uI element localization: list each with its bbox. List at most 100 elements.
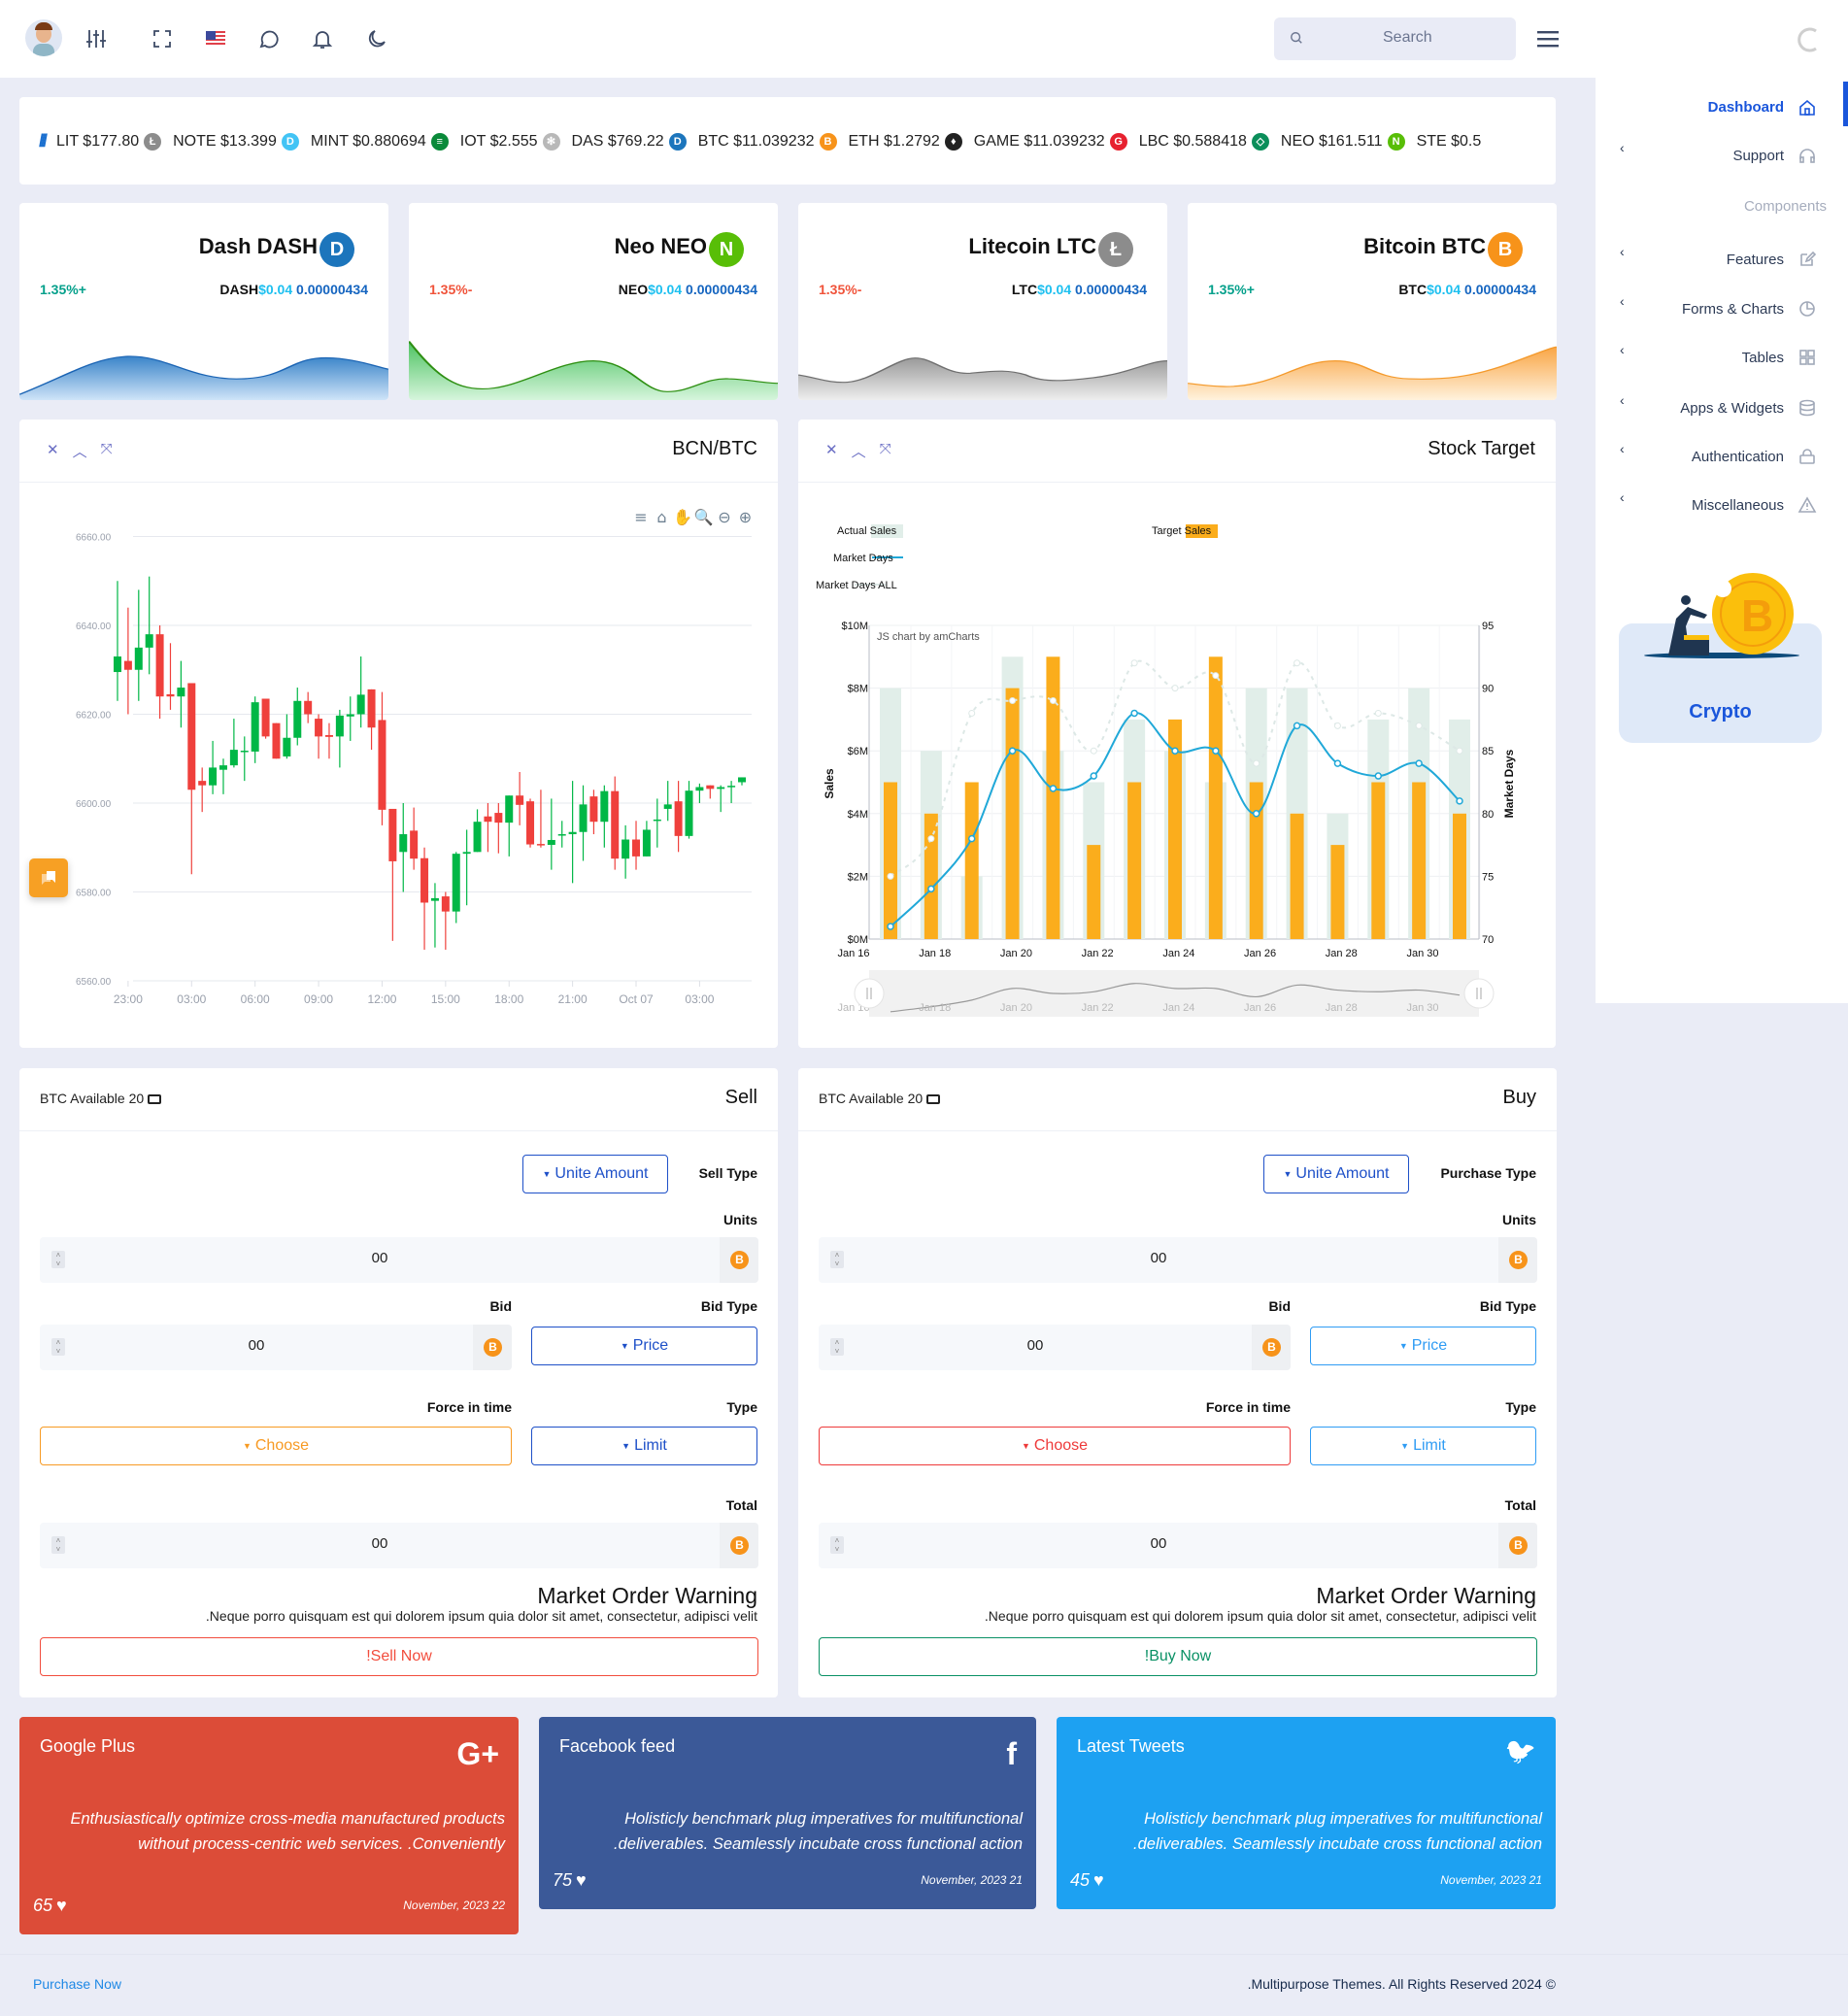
bid-input[interactable]: ˄ ˅ 00 B xyxy=(819,1325,1291,1370)
candle[interactable] xyxy=(315,714,323,759)
market-days-point[interactable] xyxy=(1049,785,1058,792)
amcharts-credit[interactable]: JS chart by amCharts xyxy=(877,631,980,643)
candle[interactable] xyxy=(123,607,132,715)
units-input[interactable]: ˄ ˅ 00 B xyxy=(819,1237,1537,1283)
menu-icon[interactable]: ≡ xyxy=(634,508,647,526)
candlestick-chart[interactable]: 6660.00 6640.00 6620.00 6600.00 6580.00 6560.… xyxy=(19,420,778,1048)
target-sales-bar[interactable] xyxy=(1127,782,1142,940)
ticker-item[interactable]: BTC $11.039232 B xyxy=(698,132,837,151)
target-sales-bar[interactable] xyxy=(1249,782,1263,940)
target-sales-bar[interactable] xyxy=(1330,845,1345,939)
ticker-item[interactable]: NOTE $13.399 D xyxy=(173,132,299,151)
candle[interactable] xyxy=(600,785,609,848)
candle[interactable] xyxy=(674,781,683,853)
market-days-point[interactable] xyxy=(1293,722,1301,730)
scrollbar-grip[interactable] xyxy=(854,978,885,1009)
candle[interactable] xyxy=(283,714,291,759)
chevron-left-icon[interactable]: ‹ xyxy=(1620,293,1625,309)
candle[interactable] xyxy=(293,688,302,746)
sidebar-item-authentication[interactable]: Authentication xyxy=(1692,445,1817,468)
home-icon[interactable]: ⌂ xyxy=(656,508,666,526)
target-sales-bar[interactable] xyxy=(1208,656,1223,939)
target-sales-bar[interactable] xyxy=(1453,813,1466,939)
market-days-point[interactable] xyxy=(1130,709,1138,718)
force-in-time-dropdown[interactable]: ▼ Choose xyxy=(40,1427,512,1465)
likes[interactable]: 75 ♥ xyxy=(553,1870,587,1891)
pan-icon[interactable]: ✋ xyxy=(673,508,692,526)
market-days-point[interactable] xyxy=(927,885,935,893)
zoom-out-icon[interactable]: ⊖ xyxy=(718,508,730,526)
candle[interactable] xyxy=(473,809,482,853)
ticker-item[interactable]: STE $0.5 xyxy=(1417,133,1482,151)
target-sales-bar[interactable] xyxy=(1412,782,1427,940)
target-sales-bar[interactable] xyxy=(1087,845,1101,939)
chevron-left-icon[interactable]: ‹ xyxy=(1620,489,1625,505)
candle[interactable] xyxy=(441,891,450,950)
candle[interactable] xyxy=(632,821,641,870)
chevron-left-icon[interactable]: ‹ xyxy=(1620,392,1625,408)
candle[interactable] xyxy=(166,643,175,710)
legend-item[interactable]: Actual Sales xyxy=(837,524,903,538)
candle[interactable] xyxy=(378,691,386,825)
bid-type-price-dropdown[interactable]: ▼ Price xyxy=(1310,1327,1536,1365)
ticker-item[interactable]: LBC $0.588418 ◇ xyxy=(1139,132,1269,151)
chart-scrollbar[interactable]: Jan 16 Jan 18 Jan 20 Jan 22 Jan 24 Jan 26 Jan … xyxy=(837,970,1495,1017)
market-days-point[interactable] xyxy=(1090,772,1098,780)
legend-item[interactable]: Target Sales xyxy=(1152,524,1218,538)
legend-item[interactable]: Market Days xyxy=(833,553,903,564)
target-sales-bar[interactable] xyxy=(884,782,897,940)
candle[interactable] xyxy=(251,696,259,763)
sell-now-button[interactable]: !Sell Now xyxy=(40,1637,758,1676)
candle[interactable] xyxy=(589,790,598,835)
candle[interactable] xyxy=(526,798,535,848)
candle[interactable] xyxy=(209,740,218,794)
chat-widget-button[interactable] xyxy=(29,858,68,897)
google-plus-card[interactable]: Google Plus G+ Enthusiastically optimize c… xyxy=(19,1717,519,1934)
sidebar-item-tables[interactable]: Tables xyxy=(1742,346,1817,369)
coin-card-ltc[interactable]: Litecoin LTC Ł 1.35%- LTC$0.04 0.00000434 xyxy=(798,203,1167,400)
target-sales-bar[interactable] xyxy=(1005,688,1020,939)
candle[interactable] xyxy=(134,589,143,701)
candle[interactable] xyxy=(717,785,725,813)
ticker-item[interactable]: MINT $0.880694 ≡ xyxy=(311,132,449,151)
candle[interactable] xyxy=(229,719,238,768)
candle[interactable] xyxy=(738,777,746,786)
order-type-limit-dropdown[interactable]: ▼ Limit xyxy=(531,1427,757,1465)
candle[interactable] xyxy=(399,803,408,892)
ticker-item[interactable]: NEO $161.511 N xyxy=(1281,132,1405,151)
twitter-icon[interactable]: 🐦 xyxy=(1505,1736,1536,1766)
bid-type-price-dropdown[interactable]: ▼ Price xyxy=(531,1327,757,1365)
candle[interactable] xyxy=(430,883,439,948)
candle[interactable] xyxy=(494,803,503,854)
candle[interactable] xyxy=(505,795,514,857)
candle[interactable] xyxy=(484,803,492,853)
candle[interactable] xyxy=(695,783,704,803)
fullscreen-icon[interactable] xyxy=(151,27,174,50)
search-input[interactable]: Search xyxy=(1274,17,1516,60)
coin-card-dash[interactable]: Dash DASH D 1.35%+ DASH$0.04 0.00000434 xyxy=(19,203,388,400)
bell-icon[interactable] xyxy=(311,27,334,50)
facebook-card[interactable]: Facebook feed f Holisticly benchmark plug … xyxy=(539,1717,1036,1909)
target-sales-bar[interactable] xyxy=(924,813,938,939)
buy-now-button[interactable]: !Buy Now xyxy=(819,1637,1537,1676)
candle[interactable] xyxy=(536,790,545,848)
candle[interactable] xyxy=(324,722,333,759)
sliders-icon[interactable] xyxy=(84,27,108,50)
candle[interactable] xyxy=(663,781,672,822)
candle[interactable] xyxy=(304,691,313,723)
candle[interactable] xyxy=(727,781,736,803)
market-days-point[interactable] xyxy=(1008,747,1017,755)
zoom-in-selection-icon[interactable]: 🔍 xyxy=(694,507,714,526)
market-days-point[interactable] xyxy=(1456,797,1463,805)
facebook-icon[interactable]: f xyxy=(1006,1736,1017,1772)
ticker-item[interactable]: GAME $11.039232 G xyxy=(974,132,1127,151)
market-days-point[interactable] xyxy=(1171,747,1179,755)
candle[interactable] xyxy=(557,821,566,848)
market-days-point[interactable] xyxy=(1333,759,1342,767)
candle[interactable] xyxy=(177,660,185,728)
candle[interactable] xyxy=(516,771,524,825)
scrollbar-grip[interactable] xyxy=(1463,978,1495,1009)
candle[interactable] xyxy=(622,824,630,879)
target-sales-bar[interactable] xyxy=(964,782,979,940)
zoom-plus-icon[interactable]: ⊕ xyxy=(739,508,752,526)
